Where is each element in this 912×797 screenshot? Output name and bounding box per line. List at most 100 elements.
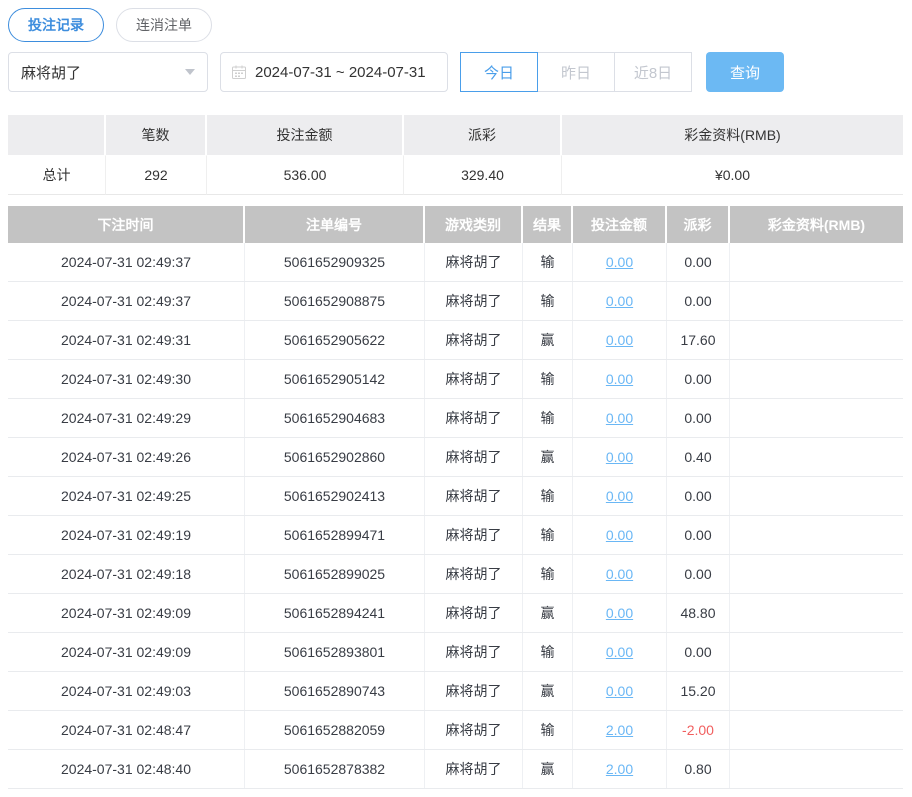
- game-type-selected-value: 麻将胡了: [21, 64, 82, 82]
- summary-total-row: 总计 292 536.00 329.40 ¥0.00: [8, 155, 903, 195]
- yesterday-button[interactable]: 昨日: [537, 52, 615, 92]
- records-header-row: 下注时间 注单编号 游戏类别 结果 投注金额 派彩 彩金资料(RMB): [8, 206, 903, 243]
- header-game-type: 游戏类别: [425, 206, 523, 243]
- cell-bonus: [730, 360, 903, 398]
- cell-bonus: [730, 750, 903, 788]
- cell-game-type: 麻将胡了: [425, 399, 523, 437]
- tab-bet-records[interactable]: 投注记录: [8, 8, 104, 42]
- cell-bet-amount: 0.00: [573, 516, 667, 554]
- cell-game-type: 麻将胡了: [425, 477, 523, 515]
- cell-game-type: 麻将胡了: [425, 360, 523, 398]
- bet-amount-link[interactable]: 0.00: [606, 410, 633, 426]
- bet-amount-link[interactable]: 2.00: [606, 761, 633, 777]
- filter-bar: 麻将胡了 2024-07-31 ~ 2024-07-31 今日 昨日 近8日 查…: [8, 52, 904, 92]
- summary-header-count: 笔数: [106, 115, 207, 155]
- cell-bet-amount: 0.00: [573, 399, 667, 437]
- bet-amount-link[interactable]: 0.00: [606, 605, 633, 621]
- cell-game-type: 麻将胡了: [425, 633, 523, 671]
- records-body: 2024-07-31 02:49:37 5061652909325 麻将胡了 输…: [8, 243, 903, 789]
- cell-order-id: 5061652890743: [245, 672, 425, 710]
- cell-bet-time: 2024-07-31 02:49:25: [8, 477, 245, 515]
- cell-order-id: 5061652894241: [245, 594, 425, 632]
- cell-game-type: 麻将胡了: [425, 438, 523, 476]
- bet-amount-link[interactable]: 0.00: [606, 527, 633, 543]
- bet-amount-link[interactable]: 0.00: [606, 254, 633, 270]
- summary-header-row: 笔数 投注金额 派彩 彩金资料(RMB): [8, 115, 903, 155]
- summary-table: 笔数 投注金额 派彩 彩金资料(RMB) 总计 292 536.00 329.4…: [8, 115, 903, 195]
- cell-result: 输: [523, 282, 573, 320]
- date-range-input[interactable]: 2024-07-31 ~ 2024-07-31: [220, 52, 448, 92]
- cell-result: 赢: [523, 438, 573, 476]
- cell-order-id: 5061652905622: [245, 321, 425, 359]
- bet-amount-link[interactable]: 2.00: [606, 722, 633, 738]
- page: 投注记录 连消注单 麻将胡了 2024-07-31 ~ 2024-07-31 今…: [0, 0, 912, 797]
- cell-bonus: [730, 672, 903, 710]
- cell-bonus: [730, 438, 903, 476]
- cell-order-id: 5061652882059: [245, 711, 425, 749]
- header-bonus: 彩金资料(RMB): [730, 206, 903, 243]
- cell-payout: 0.00: [667, 360, 730, 398]
- summary-header-bonus: 彩金资料(RMB): [562, 115, 903, 155]
- table-row: 2024-07-31 02:48:40 5061652878382 麻将胡了 赢…: [8, 750, 903, 789]
- cell-order-id: 5061652893801: [245, 633, 425, 671]
- date-shortcut-group: 今日 昨日 近8日: [460, 52, 692, 92]
- table-row: 2024-07-31 02:49:09 5061652893801 麻将胡了 输…: [8, 633, 903, 672]
- cell-game-type: 麻将胡了: [425, 282, 523, 320]
- table-row: 2024-07-31 02:49:03 5061652890743 麻将胡了 赢…: [8, 672, 903, 711]
- bet-amount-link[interactable]: 0.00: [606, 488, 633, 504]
- cell-game-type: 麻将胡了: [425, 750, 523, 788]
- cell-bet-amount: 2.00: [573, 711, 667, 749]
- cell-bonus: [730, 711, 903, 749]
- cell-bet-time: 2024-07-31 02:49:18: [8, 555, 245, 593]
- bet-amount-link[interactable]: 0.00: [606, 371, 633, 387]
- cell-bet-time: 2024-07-31 02:49:31: [8, 321, 245, 359]
- cell-bet-amount: 0.00: [573, 594, 667, 632]
- today-button[interactable]: 今日: [460, 52, 538, 92]
- cell-payout: 0.00: [667, 243, 730, 281]
- cell-result: 赢: [523, 672, 573, 710]
- cell-order-id: 5061652905142: [245, 360, 425, 398]
- tab-cancelled-orders[interactable]: 连消注单: [116, 8, 212, 42]
- cell-payout: 0.80: [667, 750, 730, 788]
- cell-game-type: 麻将胡了: [425, 321, 523, 359]
- cell-result: 输: [523, 711, 573, 749]
- table-row: 2024-07-31 02:49:18 5061652899025 麻将胡了 输…: [8, 555, 903, 594]
- summary-header-bet-amount: 投注金额: [207, 115, 404, 155]
- cell-bonus: [730, 321, 903, 359]
- chevron-down-icon: [185, 69, 195, 75]
- cell-bet-amount: 0.00: [573, 672, 667, 710]
- records-table: 下注时间 注单编号 游戏类别 结果 投注金额 派彩 彩金资料(RMB) 2024…: [8, 206, 903, 789]
- bet-amount-link[interactable]: 0.00: [606, 449, 633, 465]
- cell-bonus: [730, 594, 903, 632]
- summary-total-bonus: ¥0.00: [562, 155, 903, 195]
- cell-bonus: [730, 633, 903, 671]
- cell-bet-amount: 2.00: [573, 750, 667, 788]
- cell-bet-time: 2024-07-31 02:49:37: [8, 243, 245, 281]
- cell-order-id: 5061652878382: [245, 750, 425, 788]
- bet-amount-link[interactable]: 0.00: [606, 332, 633, 348]
- cell-payout: 0.00: [667, 555, 730, 593]
- last-8-days-button[interactable]: 近8日: [614, 52, 692, 92]
- table-row: 2024-07-31 02:49:30 5061652905142 麻将胡了 输…: [8, 360, 903, 399]
- cell-game-type: 麻将胡了: [425, 516, 523, 554]
- cell-payout: 0.00: [667, 633, 730, 671]
- summary-header-payout: 派彩: [404, 115, 562, 155]
- bet-amount-link[interactable]: 0.00: [606, 644, 633, 660]
- cell-order-id: 5061652902413: [245, 477, 425, 515]
- cell-game-type: 麻将胡了: [425, 555, 523, 593]
- cell-result: 输: [523, 477, 573, 515]
- bet-amount-link[interactable]: 0.00: [606, 683, 633, 699]
- cell-result: 输: [523, 360, 573, 398]
- summary-total-bet-amount: 536.00: [207, 155, 404, 195]
- bet-amount-link[interactable]: 0.00: [606, 566, 633, 582]
- cell-bet-time: 2024-07-31 02:48:40: [8, 750, 245, 788]
- search-button[interactable]: 查询: [706, 52, 784, 92]
- cell-bet-amount: 0.00: [573, 477, 667, 515]
- bet-amount-link[interactable]: 0.00: [606, 293, 633, 309]
- table-row: 2024-07-31 02:48:47 5061652882059 麻将胡了 输…: [8, 711, 903, 750]
- date-range-value: 2024-07-31 ~ 2024-07-31: [255, 63, 426, 81]
- cell-bonus: [730, 243, 903, 281]
- cell-bet-time: 2024-07-31 02:49:19: [8, 516, 245, 554]
- cell-game-type: 麻将胡了: [425, 711, 523, 749]
- game-type-select[interactable]: 麻将胡了: [8, 52, 208, 92]
